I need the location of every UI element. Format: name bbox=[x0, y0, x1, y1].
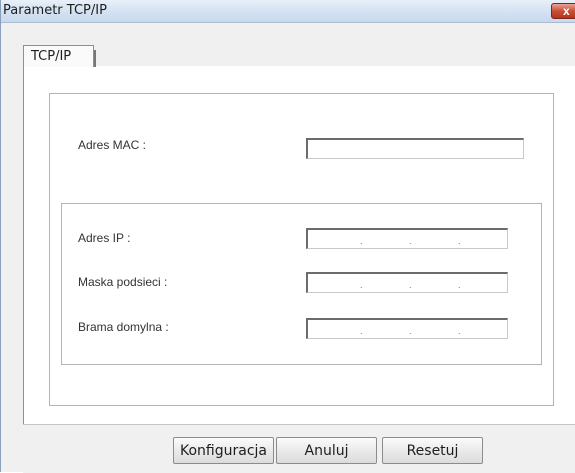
ip-address-field[interactable]: . . . bbox=[306, 228, 508, 249]
ip-separator: . bbox=[458, 326, 461, 336]
window-title: Parametr TCP/IP bbox=[3, 3, 107, 18]
mac-address-label: Adres MAC : bbox=[78, 138, 147, 152]
dialog-window: Parametr TCP/IP x TCP/IP Adres MAC : Adr… bbox=[0, 0, 575, 473]
subnet-mask-label: Maska podsieci : bbox=[78, 275, 168, 289]
ip-separator: . bbox=[409, 280, 412, 290]
ip-separator: . bbox=[458, 280, 461, 290]
cancel-button[interactable]: Anuluj bbox=[276, 437, 377, 464]
configure-button[interactable]: Konfiguracja bbox=[173, 437, 274, 464]
close-button[interactable]: x bbox=[551, 3, 575, 19]
tab-tcpip[interactable]: TCP/IP bbox=[23, 45, 94, 67]
gateway-field[interactable]: . . . bbox=[306, 318, 508, 339]
close-icon: x bbox=[563, 4, 570, 18]
reset-button[interactable]: Resetuj bbox=[382, 437, 483, 464]
ip-separator: . bbox=[360, 326, 363, 336]
ip-address-label: Adres IP : bbox=[78, 231, 131, 245]
tab-label: TCP/IP bbox=[31, 49, 72, 64]
ip-separator: . bbox=[458, 236, 461, 246]
ip-separator: . bbox=[360, 280, 363, 290]
tab-shadow bbox=[94, 50, 96, 67]
gateway-label: Brama domylna : bbox=[78, 320, 169, 334]
title-bar[interactable]: Parametr TCP/IP x bbox=[1, 0, 575, 23]
ip-separator: . bbox=[409, 236, 412, 246]
subnet-mask-field[interactable]: . . . bbox=[306, 272, 508, 293]
mac-address-field[interactable] bbox=[306, 138, 524, 159]
ip-separator: . bbox=[360, 236, 363, 246]
ip-separator: . bbox=[409, 326, 412, 336]
